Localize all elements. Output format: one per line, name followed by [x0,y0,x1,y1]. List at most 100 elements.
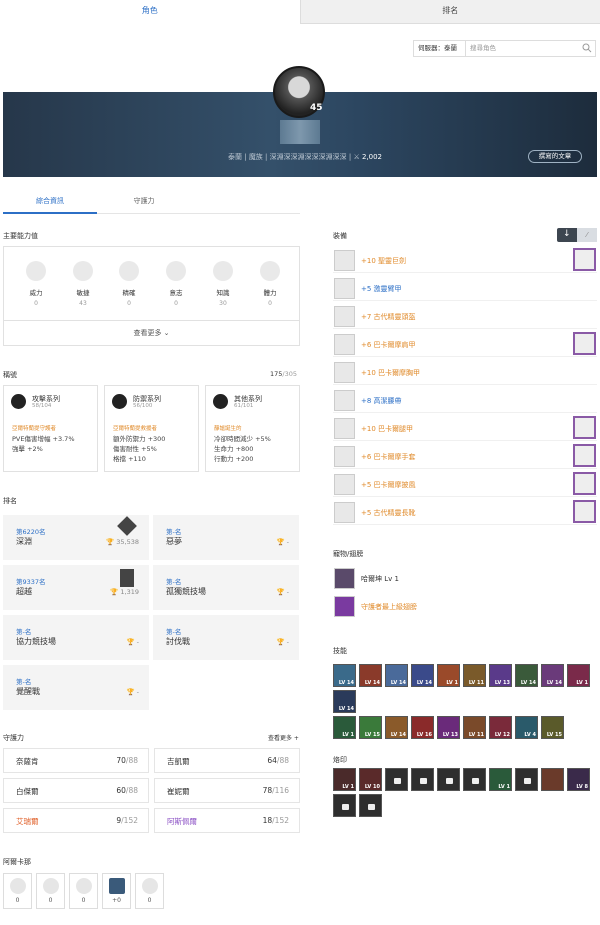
stat-accuracy: 精確 0 [106,261,152,307]
gloves-icon [334,446,355,467]
guild-name: 深淵深深淵深深深淵深深 [269,153,347,161]
eye-icon [119,261,139,281]
titles-title: 稱號 [3,371,17,379]
arcana-slot[interactable]: 0 [135,873,164,909]
rank-awakening[interactable]: 第-名 覺醒戰 🏆 - [3,665,149,710]
arcana-slot[interactable]: +0 [102,873,131,909]
guardian-item[interactable]: 吉凱爾 64/88 [154,748,300,773]
guardian-item[interactable]: 崔妮爾 78/116 [154,778,300,803]
equip-view-toggle[interactable]: ↓ ⁄ [557,228,597,242]
tab-ranking[interactable]: 排名 [299,0,600,24]
brush-icon[interactable]: ⁄ [577,228,597,242]
equip-item[interactable]: +5 古代精靈長靴 [333,500,597,525]
stigma-slot[interactable]: LV 8 [567,768,590,791]
heart-icon [260,261,280,281]
stigma-slot[interactable] [541,768,564,791]
skill-icon[interactable]: LV 11 [463,716,486,739]
rank-coop-arena[interactable]: 第-名 協力競技場 🏆 - [3,615,149,660]
skill-icon[interactable]: LV 14 [385,664,408,687]
rank-nightmare[interactable]: 第-名 惡夢 🏆 - [153,515,299,560]
skill-icon[interactable]: LV 16 [411,716,434,739]
equip-item[interactable]: +5 激靈臂甲 [333,276,597,301]
skill-icon[interactable]: LV 11 [463,664,486,687]
equip-item[interactable]: +10 聖靈巨劍 [333,248,597,273]
top-tabs: 角色 排名 [0,0,600,24]
skill-icon[interactable]: LV 4 [515,716,538,739]
equip-item[interactable]: +5 巴卡爾摩披風 [333,472,597,497]
skill-icon[interactable]: LV 14 [411,664,434,687]
guardian-more-button[interactable]: 查看更多 + [268,733,299,742]
skill-icon[interactable]: LV 1 [567,664,590,687]
equip-item[interactable]: +7 古代精靈頭盔 [333,304,597,329]
title-card-other[interactable]: 其他系列 61/101 靜謐誕生的 冷卻時間減少 +5% 生命力 +800 行動力 … [205,385,300,472]
stats-more-button[interactable]: 查看更多 ⌄ [4,320,299,345]
equip-item[interactable]: +6 巴卡爾摩肩甲 [333,332,597,357]
written-posts-button[interactable]: 撰寫的文章 [528,150,582,163]
trophy-icon [9,878,26,894]
appearance-slot [573,472,596,495]
chest-armor-icon [334,362,355,383]
attack-title-icon [11,394,26,409]
skill-icon[interactable]: LV 1 [333,716,356,739]
pets-title: 寵物/翅膀 [333,550,364,558]
tab-guardian[interactable]: 守護力 [97,192,191,214]
stigma-slot[interactable]: LV 10 [359,768,382,791]
rank-conquest[interactable]: 第-名 討伐戰 🏆 - [153,615,299,660]
guardian-item[interactable]: 阿斯佩爾 18/152 [154,808,300,833]
locked-slot-icon [515,768,538,791]
guardian-item[interactable]: 艾瑞爾 9/152 [3,808,149,833]
equipment-title: 裝備 [333,232,347,240]
skill-icon[interactable]: LV 13 [437,716,460,739]
star-icon [166,261,186,281]
rank-solo-arena[interactable]: 第-名 孤獨競技場 🏆 - [153,565,299,610]
stats-panel: 威力 0 敏捷 43 精確 0 意志 0 知識 30 體力 0 查看更多 ⌄ [3,246,300,346]
arcana-slot[interactable]: 0 [3,873,32,909]
guardian-title: 守護力 [3,734,24,742]
wings-icon [334,596,355,617]
title-card-defense[interactable]: 防禦系列 56/100 亞爾特蘭提救援者 額外防禦力 +300 傷害耐性 +5% 格… [104,385,199,472]
stigma-grid: LV 1 LV 10 LV 1 LV 8 [333,768,597,820]
equip-item[interactable]: +6 巴卡爾摩手套 [333,444,597,469]
guardian-item[interactable]: 白傑爾 60/88 [3,778,149,803]
feather-icon [42,878,59,894]
skill-icon[interactable]: LV 14 [515,664,538,687]
locked-slot-icon [411,768,434,791]
search-input[interactable]: 搜尋角色 [466,40,596,57]
pet-item[interactable]: 哈爾坤 Lv 1 [333,566,597,591]
rank-emblem-icon [120,569,134,587]
skill-icon[interactable]: LV 14 [359,664,382,687]
title-card-attack[interactable]: 攻擊系列 58/104 亞爾特蘭提守護者 PVE傷害增幅 +3.7% 強擊 +2% [3,385,98,472]
skill-icon[interactable]: LV 12 [489,716,512,739]
download-icon[interactable]: ↓ [563,229,571,239]
rank-transcend[interactable]: 第9337名 超越 🏆 1,319 [3,565,149,610]
appearance-slot [573,332,596,355]
wing-item[interactable]: 守護者最上級翅膀 [333,594,597,619]
sub-tabs: 綜合資訊 守護力 [3,192,300,214]
equip-item[interactable]: +8 高潔腰帶 [333,388,597,413]
stigma-slot[interactable]: LV 1 [489,768,512,791]
appearance-slot [573,248,596,271]
equip-item[interactable]: +10 巴卡爾腿甲 [333,416,597,441]
character-name-hidden [280,120,320,144]
skill-icon[interactable]: LV 15 [541,716,564,739]
skill-icon[interactable]: LV 14 [385,716,408,739]
search-icon[interactable] [582,43,592,53]
stigma-slot[interactable]: LV 1 [333,768,356,791]
skill-icon[interactable]: LV 14 [541,664,564,687]
arcana-slot[interactable]: 0 [69,873,98,909]
skill-icon[interactable]: LV 1 [437,664,460,687]
rank-abyss[interactable]: 第6220名 深淵 🏆 35,538 [3,515,149,560]
skill-icon[interactable]: LV 13 [489,664,512,687]
server-select[interactable]: 伺服器：泰蘭 [413,40,466,57]
arcana-slot[interactable]: 0 [36,873,65,909]
equip-item[interactable]: +10 巴卡爾摩胸甲 [333,360,597,385]
skill-icon[interactable]: LV 15 [359,716,382,739]
appearance-slot [573,500,596,523]
tab-character[interactable]: 角色 [0,0,300,24]
target-icon [75,878,92,894]
skill-icon[interactable]: LV 14 [333,664,356,687]
tab-info[interactable]: 綜合資訊 [3,192,97,214]
skill-icon[interactable]: LV 14 [333,690,356,713]
ring-icon [141,878,158,894]
guardian-item[interactable]: 奈薩肯 70/88 [3,748,149,773]
